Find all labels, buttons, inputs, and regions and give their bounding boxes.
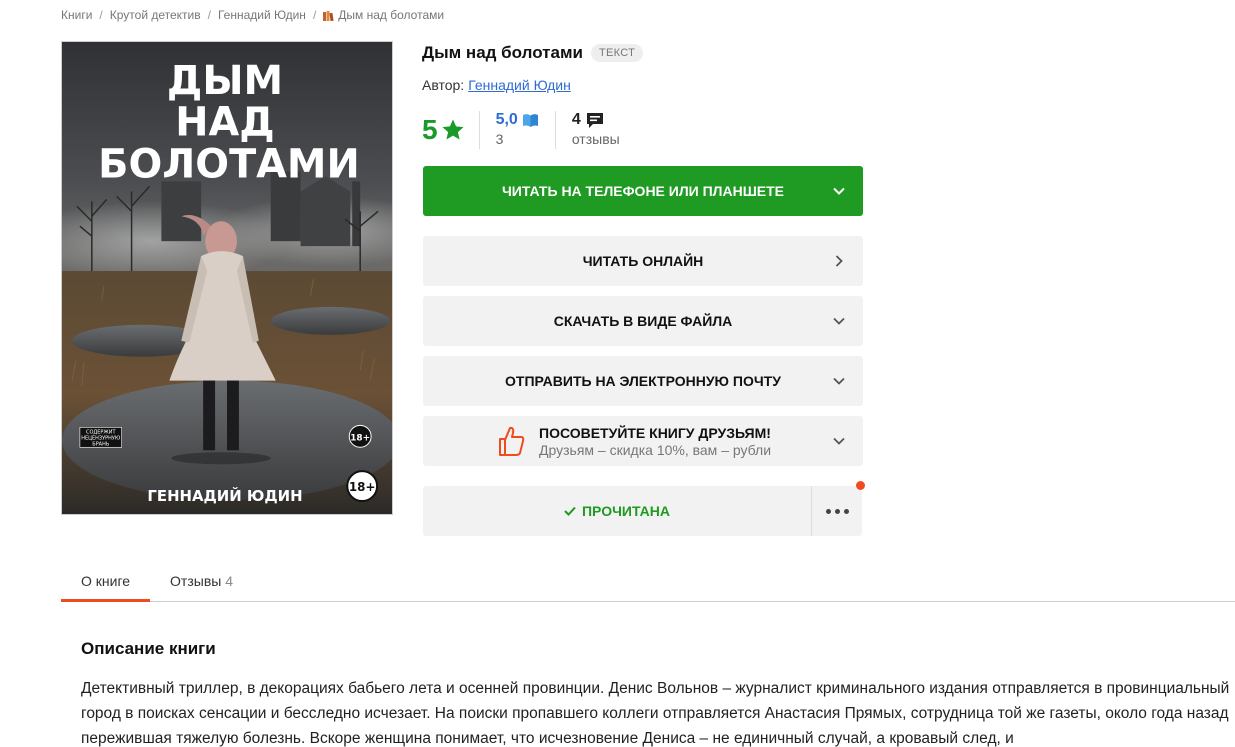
author-link[interactable]: Геннадий Юдин [468,77,571,93]
breadcrumb-books[interactable]: Книги [61,8,92,22]
cover-age-badge: 18+ [349,480,376,494]
breadcrumb-separator: / [207,8,211,22]
comment-icon [586,112,603,128]
chevron-down-icon [833,187,845,195]
rating-litres-count: 3 [495,131,504,147]
description-title: Описание книги [81,639,216,658]
tab-about-label: О книге [81,573,131,589]
rating-main-value: 5 [422,114,438,145]
cover-title-line-3: БОЛОТАМИ [98,141,360,187]
thumbs-up-icon [499,426,525,456]
read-on-phone-button[interactable]: ЧИТАТЬ НА ТЕЛЕФОНЕ ИЛИ ПЛАНШЕТЕ [423,166,863,216]
cover-title-line-2: НАД [175,100,274,146]
book-open-icon [522,113,538,127]
rating-litres-value: 5,0 [495,111,518,128]
mark-read-button[interactable]: ПРОЧИТАНА [423,486,811,536]
type-badge: ТЕКСТ [590,44,644,62]
more-options-button[interactable] [811,481,865,536]
tab-about[interactable]: О книге [61,563,151,602]
breadcrumb-separator: / [99,8,103,22]
tabs: О книге Отзывы 4 [61,563,1235,602]
read-online-label: ЧИТАТЬ ОНЛАЙН [582,253,704,269]
recommend-button[interactable]: ПОСОВЕТУЙТЕ КНИГУ ДРУЗЬЯМ! Друзьям – ски… [423,416,863,466]
description-text: Детективный триллер, в декорациях бабьег… [81,680,1230,747]
breadcrumb-genre[interactable]: Крутой детектив [110,8,201,22]
cover-age-small: 18+ [350,433,370,443]
reviews-counter[interactable]: 4 отзывы [556,111,620,149]
tab-reviews-count: 4 [225,573,234,589]
rating-main[interactable]: 5 [422,111,480,149]
recommend-title: ПОСОВЕТУЙТЕ КНИГУ ДРУЗЬЯМ! [539,424,771,441]
cover-author: ГЕННАДИЙ ЮДИН [147,487,302,505]
chevron-down-icon [833,437,845,445]
book-title: Дым над болотами [422,43,583,62]
chevron-right-icon [835,255,843,267]
read-online-button[interactable]: ЧИТАТЬ ОНЛАЙН [423,236,863,286]
breadcrumb-author[interactable]: Геннадий Юдин [218,8,306,22]
send-email-label: ОТПРАВИТЬ НА ЭЛЕКТРОННУЮ ПОЧТУ [505,373,781,389]
title-row: Дым над болотами ТЕКСТ [422,43,644,63]
recommend-text: ПОСОВЕТУЙТЕ КНИГУ ДРУЗЬЯМ! Друзьям – ски… [539,425,771,458]
mark-read-label: ПРОЧИТАНА [581,503,670,519]
send-email-button[interactable]: ОТПРАВИТЬ НА ЭЛЕКТРОННУЮ ПОЧТУ [423,356,863,406]
more-dots-icon [834,508,840,514]
cover-illustration: ДЫМ НАД БОЛОТАМИ ГЕННАДИЙ ЮДИН СОДЕРЖИТ … [62,42,392,514]
cover-title-line-1: ДЫМ [167,58,283,104]
ratings: 5 5,0 3 4 отзывы [422,111,620,149]
more-dots-icon [843,508,849,514]
tab-reviews[interactable]: Отзывы 4 [150,563,253,602]
cover-warning-3: БРАНЬ [92,441,110,447]
tab-reviews-label: Отзывы [170,573,222,589]
author-row: Автор: Геннадий Юдин [422,77,571,93]
book-cover[interactable]: ДЫМ НАД БОЛОТАМИ ГЕННАДИЙ ЮДИН СОДЕРЖИТ … [61,41,393,515]
recommend-subtitle: Друзьям – скидка 10%, вам – рубли [539,441,772,458]
rating-litres[interactable]: 5,0 3 [480,111,556,149]
check-icon [564,506,576,516]
read-status-row: ПРОЧИТАНА [423,481,865,536]
books-icon [323,11,334,21]
more-dots-icon [825,508,831,514]
chevron-down-icon [833,377,845,385]
download-file-button[interactable]: СКАЧАТЬ В ВИДЕ ФАЙЛА [423,296,863,346]
notification-dot [856,481,865,490]
breadcrumb-current: Дым над болотами [338,8,445,22]
chevron-down-icon [833,317,845,325]
star-icon [442,119,464,140]
download-file-label: СКАЧАТЬ В ВИДЕ ФАЙЛА [553,313,733,329]
author-label: Автор: [422,77,465,93]
reviews-count-label: отзывы [571,131,620,147]
reviews-count-value: 4 [571,111,581,128]
read-on-phone-label: ЧИТАТЬ НА ТЕЛЕФОНЕ ИЛИ ПЛАНШЕТЕ [501,183,785,199]
breadcrumb: Книги / Крутой детектив / Геннадий Юдин … [61,8,444,22]
breadcrumb-separator: / [312,8,317,22]
